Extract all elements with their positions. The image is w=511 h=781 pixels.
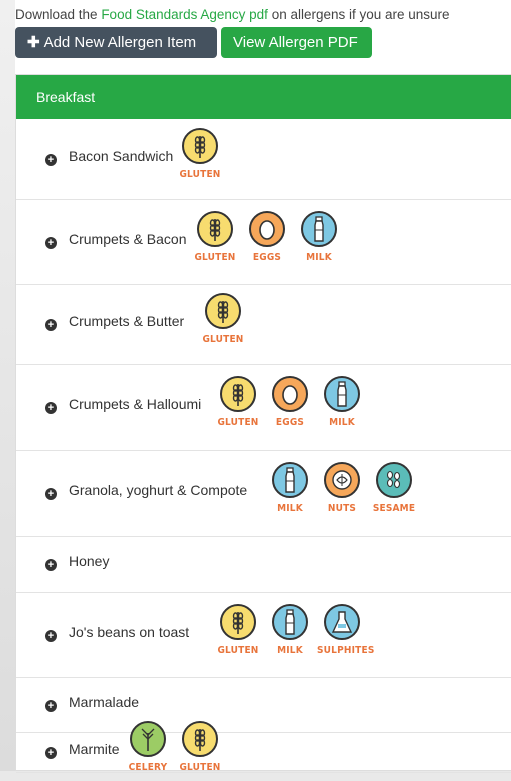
milk-allergen: MILK: [265, 462, 317, 522]
menu-item-name: Bacon Sandwich: [69, 148, 174, 164]
panel-heading[interactable]: Breakfast: [16, 75, 511, 119]
menu-item-row: + Crumpets & Bacon GLUTEN EGGS MILK: [16, 200, 511, 285]
expand-plus-icon[interactable]: +: [45, 559, 57, 571]
eggs-icon: [272, 376, 308, 412]
allergen-label: CELERY: [128, 762, 168, 773]
menu-item-name: Jo's beans on toast: [69, 624, 190, 640]
allergen-icon-group: GLUTEN EGGS MILK: [213, 376, 369, 436]
menu-item-row: + Marmalade: [16, 678, 511, 733]
view-allergen-pdf-button[interactable]: View Allergen PDF: [221, 27, 372, 58]
milk-icon: [301, 211, 337, 247]
fsa-pdf-link[interactable]: Food Standards Agency pdf: [101, 7, 268, 22]
gluten-allergen: GLUTEN: [213, 376, 265, 436]
menu-item-name: Marmalade: [69, 694, 140, 710]
celery-icon: [130, 721, 166, 757]
menu-item-row: + Crumpets & Halloumi GLUTEN EGGS MILK: [16, 365, 511, 451]
allergen-label: SESAME: [372, 503, 416, 514]
plus-icon: ✚: [27, 34, 40, 51]
view-button-label: View Allergen PDF: [233, 34, 358, 51]
eggs-allergen: EGGS: [265, 376, 317, 436]
allergen-label: GLUTEN: [217, 645, 259, 656]
gluten-icon: [220, 376, 256, 412]
gluten-icon: [220, 604, 256, 640]
expand-plus-icon[interactable]: +: [45, 237, 57, 249]
allergen-content: Download the Food Standards Agency pdf o…: [15, 0, 511, 773]
sulphites-icon: [324, 604, 360, 640]
menu-item-row: + Bacon Sandwich GLUTEN: [16, 119, 511, 200]
gluten-allergen: GLUTEN: [213, 604, 265, 664]
milk-allergen: MILK: [265, 604, 317, 664]
gluten-allergen: GLUTEN: [175, 721, 227, 781]
allergen-icon-group: CELERY GLUTEN: [123, 721, 227, 781]
menu-item-row: + Granola, yoghurt & Compote MILK NUTS SESAM…: [16, 451, 511, 537]
expand-plus-icon[interactable]: +: [45, 630, 57, 642]
gluten-icon: [182, 721, 218, 757]
menu-item-row: + Marmite CELERY GLUTEN: [16, 721, 511, 773]
allergen-icon-group: MILK NUTS SESAME: [265, 462, 421, 522]
expand-plus-icon[interactable]: +: [45, 319, 57, 331]
menu-item-row: + Crumpets & Butter GLUTEN: [16, 285, 511, 365]
allergen-label: GLUTEN: [179, 169, 221, 180]
add-button-label: Add New Allergen Item: [43, 34, 197, 51]
expand-plus-icon[interactable]: +: [45, 402, 57, 414]
menu-item-name: Crumpets & Halloumi: [69, 396, 202, 412]
add-allergen-item-button[interactable]: ✚ Add New Allergen Item: [15, 27, 217, 58]
allergen-label: GLUTEN: [194, 252, 236, 263]
menu-item-name: Honey: [69, 553, 110, 569]
expand-plus-icon[interactable]: +: [45, 154, 57, 166]
allergen-label: NUTS: [327, 503, 357, 514]
menu-item-name: Crumpets & Butter: [69, 313, 185, 329]
menu-item-name: Crumpets & Bacon: [69, 231, 187, 247]
left-gutter: [0, 0, 15, 771]
allergen-label: MILK: [277, 645, 303, 656]
allergen-label: GLUTEN: [202, 334, 244, 345]
allergen-label: MILK: [277, 503, 303, 514]
sesame-icon: [376, 462, 412, 498]
expand-plus-icon[interactable]: +: [45, 700, 57, 712]
nuts-allergen: NUTS: [317, 462, 369, 522]
menu-item-row: + Honey: [16, 537, 511, 593]
allergen-icon-group: GLUTEN: [175, 128, 227, 188]
sulphites-allergen: SULPHITES: [317, 604, 375, 664]
gluten-allergen: GLUTEN: [190, 211, 242, 271]
gluten-allergen: GLUTEN: [175, 128, 227, 188]
allergen-label: GLUTEN: [179, 762, 221, 773]
menu-item-name: Granola, yoghurt & Compote: [69, 482, 248, 498]
gluten-icon: [205, 293, 241, 329]
menu-item-row: + Jo's beans on toast GLUTEN MILK SULPHITES: [16, 593, 511, 678]
allergen-label: MILK: [306, 252, 332, 263]
milk-icon: [324, 376, 360, 412]
note-suffix: on allergens if you are unsure: [267, 7, 450, 22]
menu-item-name: Marmite: [69, 741, 120, 757]
sesame-allergen: SESAME: [369, 462, 421, 522]
allergen-icon-group: GLUTEN MILK SULPHITES: [213, 604, 375, 664]
gluten-allergen: GLUTEN: [198, 293, 250, 353]
eggs-allergen: EGGS: [242, 211, 294, 271]
milk-allergen: MILK: [317, 376, 369, 436]
allergen-label: MILK: [329, 417, 355, 428]
allergen-icon-group: GLUTEN EGGS MILK: [190, 211, 346, 271]
allergen-label: EGGS: [275, 417, 305, 428]
note-prefix: Download the: [15, 7, 102, 22]
eggs-icon: [249, 211, 285, 247]
milk-icon: [272, 604, 308, 640]
celery-allergen: CELERY: [123, 721, 175, 781]
expand-plus-icon[interactable]: +: [45, 747, 57, 759]
allergen-icon-group: GLUTEN: [198, 293, 250, 353]
allergen-help-note: Download the Food Standards Agency pdf o…: [15, 7, 450, 22]
expand-plus-icon[interactable]: +: [45, 488, 57, 500]
allergen-label: EGGS: [252, 252, 282, 263]
gluten-icon: [197, 211, 233, 247]
breakfast-panel: Breakfast + Bacon Sandwich GLUTEN + Crumpets…: [15, 74, 511, 773]
milk-icon: [272, 462, 308, 498]
allergen-label: SULPHITES: [317, 645, 375, 656]
nuts-icon: [324, 462, 360, 498]
milk-allergen: MILK: [294, 211, 346, 271]
gluten-icon: [182, 128, 218, 164]
allergen-label: GLUTEN: [217, 417, 259, 428]
